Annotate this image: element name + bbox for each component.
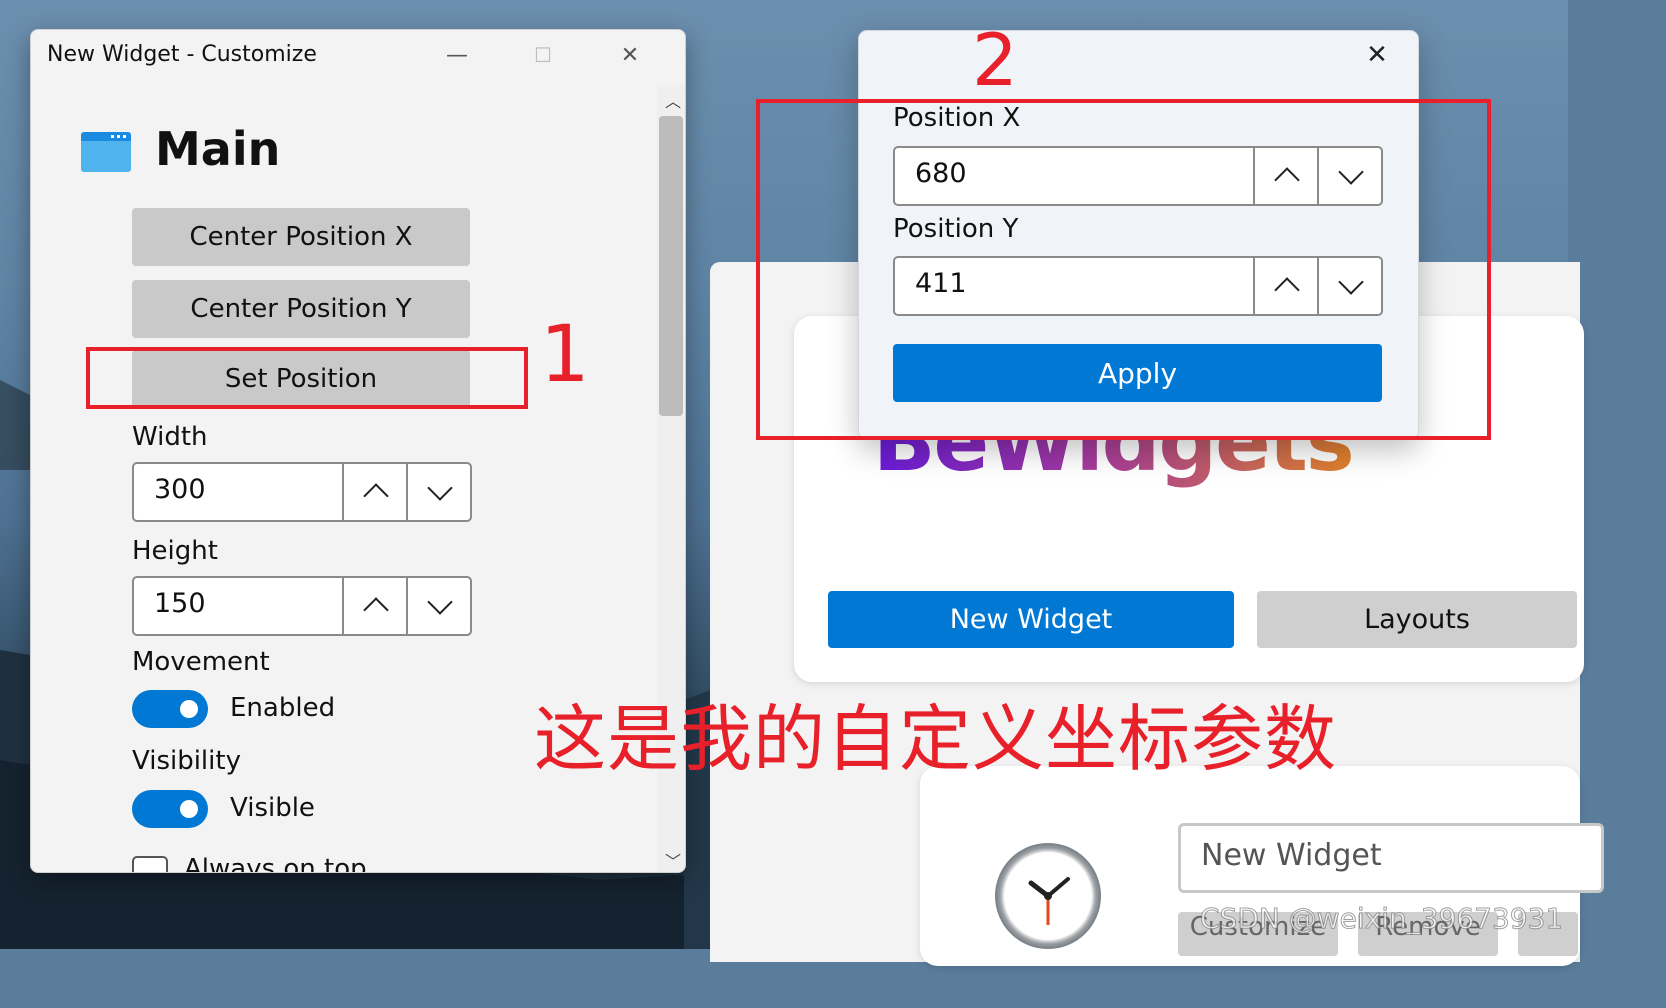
center-position-y-button[interactable]: Center Position Y [132,280,470,338]
visibility-state: Visible [230,793,315,823]
layouts-button[interactable]: Layouts [1257,591,1577,648]
window-icon [81,132,131,172]
scrollbar-thumb[interactable] [659,116,683,416]
scroll-up-icon[interactable]: ︿ [663,88,683,111]
widget-name-input[interactable]: New Widget [1178,823,1604,893]
movement-state: Enabled [230,693,336,723]
annotation-caption: 这是我的自定义坐标参数 [534,697,1338,781]
annotation-box-1 [86,347,528,409]
scroll-down-icon[interactable]: ﹀ [663,848,683,871]
dialog-close-button[interactable]: ✕ [1354,38,1400,72]
width-number-box[interactable]: 300 [132,462,472,522]
width-label: Width [132,422,208,452]
decrement-chevron-down-icon[interactable] [406,578,471,634]
width-value[interactable]: 300 [154,474,206,505]
always-on-top-checkbox[interactable] [132,856,168,872]
movement-label: Movement [132,647,270,677]
minimize-button[interactable]: — [434,38,480,72]
watermark: CSDN @weixin_39673931 [1199,902,1564,936]
widget-name-value: New Widget [1201,838,1382,873]
center-position-x-button[interactable]: Center Position X [132,208,470,266]
close-button[interactable]: ✕ [607,38,653,72]
clock-icon [995,843,1101,949]
visibility-toggle[interactable] [132,790,208,828]
height-label: Height [132,536,218,566]
section-title: Main [155,122,281,176]
maximize-button[interactable]: ☐ [520,38,566,72]
increment-chevron-up-icon[interactable] [342,578,407,634]
new-widget-button[interactable]: New Widget [828,591,1234,648]
height-number-box[interactable]: 150 [132,576,472,636]
visibility-label: Visibility [132,746,241,776]
movement-toggle[interactable] [132,690,208,728]
increment-chevron-up-icon[interactable] [342,464,407,520]
height-value[interactable]: 150 [154,588,206,619]
annotation-marker-1: 1 [540,310,590,400]
window-title: New Widget - Customize [47,42,317,67]
annotation-marker-2: 2 [972,18,1018,102]
always-on-top-label: Always on top [184,854,367,873]
annotation-box-2 [756,99,1491,440]
decrement-chevron-down-icon[interactable] [406,464,471,520]
